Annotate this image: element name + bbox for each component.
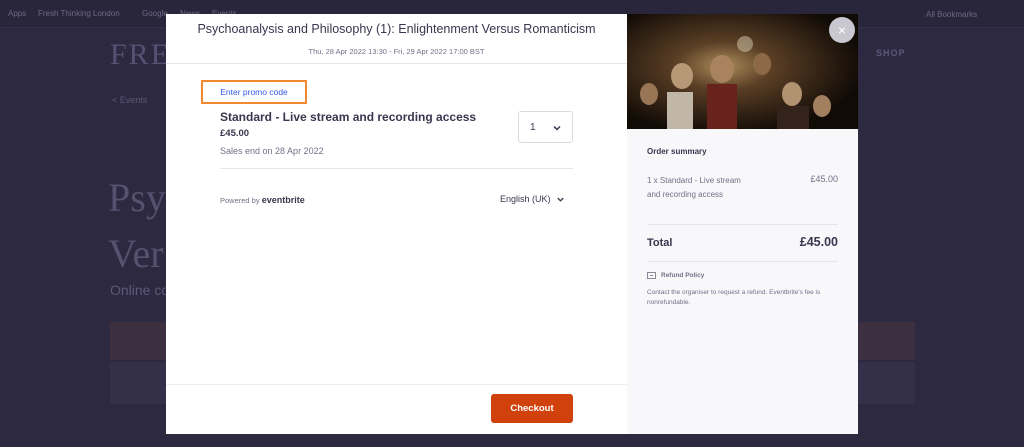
ticket-quantity-select[interactable]: 1 xyxy=(518,111,573,143)
ticket-selection-panel: Psychoanalysis and Philosophy (1): Enlig… xyxy=(166,14,627,434)
bookmark-item[interactable]: Google xyxy=(142,9,168,18)
painting-image xyxy=(627,14,858,129)
eventbrite-logo: eventbrite xyxy=(261,195,305,205)
order-item-price: £45.00 xyxy=(810,174,838,184)
language-label: English (UK) xyxy=(500,194,551,204)
ticket-icon xyxy=(647,272,656,279)
refund-policy-title: Refund Policy xyxy=(661,272,705,279)
event-image xyxy=(627,14,858,129)
chevron-down-icon xyxy=(553,125,561,131)
nav-shop-link: SHOP xyxy=(876,48,906,58)
order-summary-title: Order summary xyxy=(647,147,707,156)
breadcrumb: < Events xyxy=(112,95,148,105)
promo-code-link[interactable]: Enter promo code xyxy=(201,80,307,104)
refund-policy-text: Contact the organiser to request a refun… xyxy=(647,289,821,306)
refund-policy-heading: Refund Policy xyxy=(647,272,704,279)
modal-header: Psychoanalysis and Philosophy (1): Enlig… xyxy=(166,14,627,64)
checkout-modal: Psychoanalysis and Philosophy (1): Enlig… xyxy=(166,14,858,434)
ticket-sales-end: Sales end on 28 Apr 2022 xyxy=(220,146,324,156)
close-button[interactable]: × xyxy=(829,17,855,43)
ticket-price: £45.00 xyxy=(220,128,250,139)
divider xyxy=(647,261,838,262)
order-summary-panel: Order summary 1 x Standard - Live stream… xyxy=(627,14,858,434)
background-subtitle: Online co xyxy=(110,282,170,298)
total-value: £45.00 xyxy=(799,235,838,249)
bookmark-item[interactable]: Apps xyxy=(8,9,26,18)
bookmarks-overflow[interactable]: All Bookmarks xyxy=(926,10,977,19)
event-date: Thu, 28 Apr 2022 13:30 - Fri, 29 Apr 202… xyxy=(308,47,485,56)
powered-by-prefix: Powered by xyxy=(220,196,260,205)
language-select[interactable]: English (UK) xyxy=(500,194,565,204)
total-label: Total xyxy=(647,237,673,249)
close-icon: × xyxy=(837,22,847,38)
chevron-down-icon xyxy=(556,197,564,202)
order-item-line: 1 x Standard - Live stream and recording… xyxy=(647,176,741,199)
checkout-button[interactable]: Checkout xyxy=(491,394,573,423)
event-title: Psychoanalysis and Philosophy (1): Enlig… xyxy=(197,22,596,36)
bookmark-item[interactable]: Fresh Thinking London xyxy=(38,9,120,18)
powered-by: Powered by eventbrite xyxy=(220,195,305,205)
divider xyxy=(220,168,573,169)
promo-code-label: Enter promo code xyxy=(220,87,288,97)
divider xyxy=(647,224,838,225)
quantity-value: 1 xyxy=(530,121,536,133)
ticket-name: Standard - Live stream and recording acc… xyxy=(220,110,477,124)
